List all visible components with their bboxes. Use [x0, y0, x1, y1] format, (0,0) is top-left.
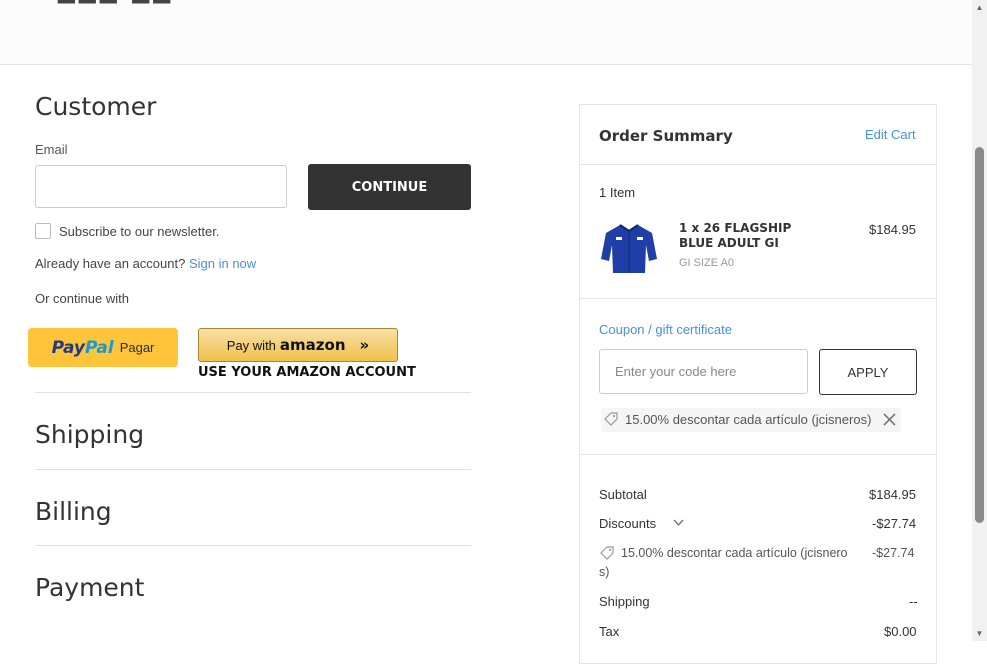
sign-in-link[interactable]: Sign in now — [189, 256, 256, 271]
scrollbar-thumb[interactable] — [975, 147, 984, 523]
section-divider — [35, 469, 471, 470]
item-option: GI SIZE A0 — [679, 257, 735, 269]
paypal-logo-pal: Pal — [85, 337, 114, 358]
discount-detail-value: -$27.74 — [872, 546, 915, 560]
discount-detail-line1: 15.00% descontar cada artículo (jcisnero — [621, 546, 848, 560]
tax-value: $0.00 — [884, 624, 917, 639]
item-count: 1 Item — [599, 185, 636, 200]
subtotal-label: Subtotal — [599, 487, 647, 502]
billing-heading[interactable]: Billing — [35, 497, 112, 526]
newsletter-label[interactable]: Subscribe to our newsletter. — [59, 224, 219, 239]
section-divider — [35, 392, 471, 393]
newsletter-checkbox[interactable] — [35, 223, 51, 239]
close-icon[interactable] — [883, 413, 896, 426]
tax-label: Tax — [599, 624, 620, 639]
paypal-button-text: Pagar — [119, 340, 155, 355]
coupon-code-field[interactable] — [613, 363, 797, 380]
amazon-caption: USE YOUR AMAZON ACCOUNT — [198, 365, 416, 380]
shipping-label: Shipping — [599, 594, 650, 609]
apply-button[interactable]: APPLY — [819, 349, 917, 395]
or-continue-text: Or continue with — [35, 291, 129, 306]
shipping-value: -- — [909, 594, 918, 609]
paypal-logo-pay: Pay — [51, 337, 86, 358]
email-label: Email — [35, 142, 68, 157]
section-divider — [35, 545, 471, 546]
summary-divider — [579, 164, 937, 165]
order-summary-title: Order Summary — [599, 127, 733, 145]
site-header: ▀▀▀ ▀▀ — [0, 0, 972, 65]
amazon-pay-with-text: Pay with — [226, 337, 276, 353]
discount-detail-line2: s) — [599, 565, 610, 579]
edit-cart-link[interactable]: Edit Cart — [865, 127, 916, 142]
tag-icon — [604, 412, 618, 426]
amazon-pay-button[interactable]: Pay with amazon » — [198, 328, 398, 362]
coupon-link[interactable]: Coupon / gift certificate — [599, 322, 732, 337]
applied-coupon-text: 15.00% descontar cada artículo (jcisnero… — [625, 412, 872, 427]
scroll-down-arrow-icon[interactable]: ▼ — [975, 629, 984, 638]
item-name: 1 x 26 FLAGSHIP BLUE ADULT GI — [679, 221, 792, 250]
item-price: $184.95 — [869, 222, 916, 237]
email-field[interactable] — [35, 165, 287, 208]
gi-shirt-image — [601, 224, 657, 273]
tag-icon — [600, 546, 614, 560]
coupon-code-input[interactable] — [599, 349, 808, 394]
account-prompt: Already have an account? Sign in now — [35, 256, 256, 271]
summary-divider — [579, 454, 937, 455]
amazon-logo: amazon — [279, 336, 346, 354]
discounts-value: -$27.74 — [872, 516, 917, 531]
continue-button[interactable]: CONTINUE — [308, 164, 471, 210]
summary-divider — [579, 298, 937, 299]
site-logo[interactable]: ▀▀▀ ▀▀ — [58, 0, 174, 17]
paypal-logo: PayPal — [52, 338, 114, 358]
chevron-down-icon[interactable] — [673, 519, 684, 527]
shipping-heading[interactable]: Shipping — [35, 420, 144, 449]
scroll-up-arrow-icon[interactable]: ▲ — [975, 3, 984, 12]
amazon-chevron-icon: » — [359, 336, 370, 354]
paypal-button[interactable]: PayPal Pagar — [28, 328, 178, 367]
discounts-label[interactable]: Discounts — [599, 516, 656, 531]
payment-heading[interactable]: Payment — [35, 573, 144, 602]
customer-heading: Customer — [35, 92, 157, 121]
account-prompt-text: Already have an account? — [35, 256, 186, 271]
subtotal-value: $184.95 — [869, 487, 916, 502]
